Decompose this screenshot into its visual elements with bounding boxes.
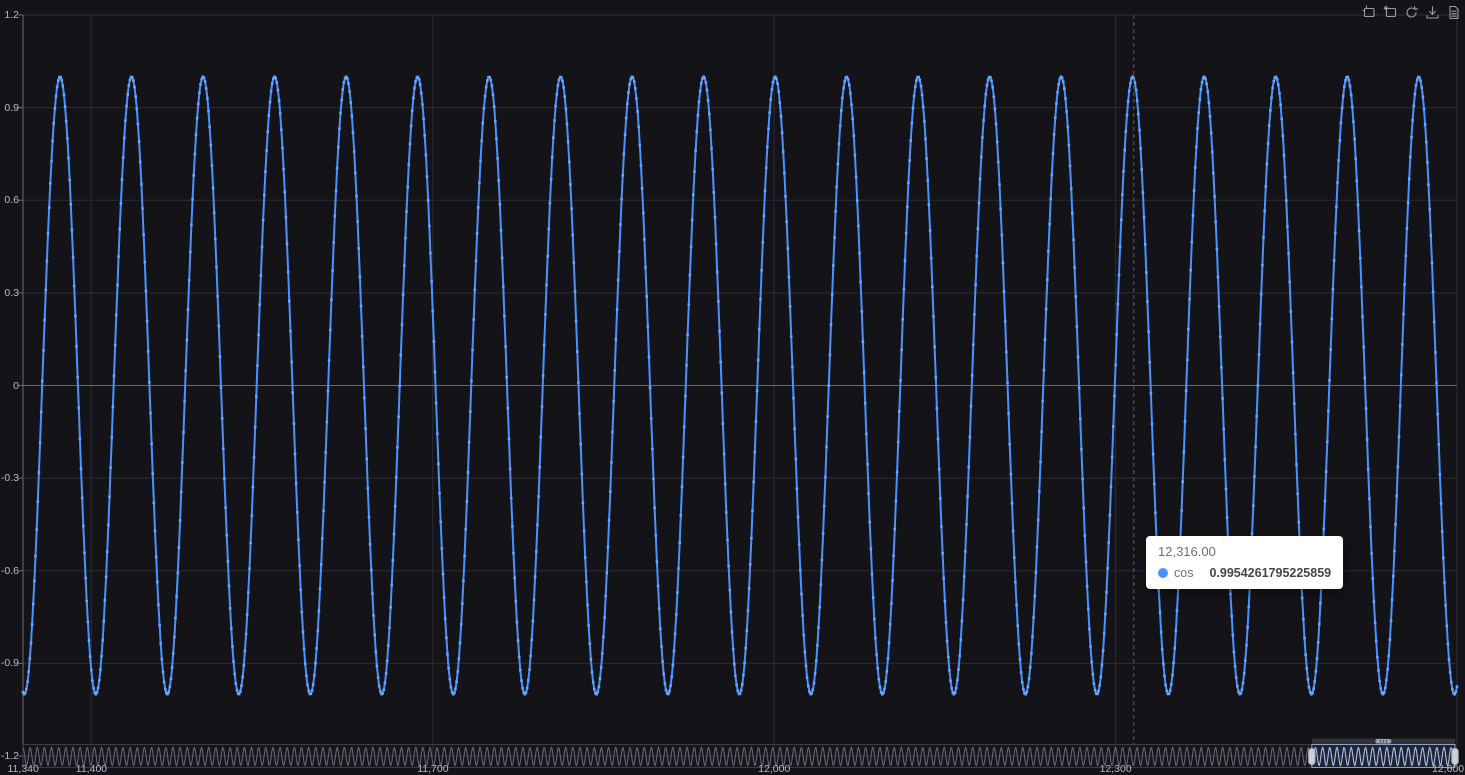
y-axis-label: 0.6: [4, 194, 19, 207]
y-axis-label: 0.9: [4, 101, 19, 114]
y-axis-label: 0: [13, 379, 19, 392]
restore-icon[interactable]: [1403, 4, 1419, 20]
y-axis-label: -0.9: [0, 657, 19, 670]
x-axis-label: 12,600: [1432, 763, 1465, 775]
datazoom-left-handle[interactable]: [1308, 748, 1316, 765]
x-axis-label: 11,700: [417, 763, 449, 775]
x-axis-label: 12,000: [758, 763, 791, 775]
x-axis-label: 11,400: [75, 763, 108, 775]
y-axis-label: 1.2: [4, 9, 19, 21]
x-axis-label: 12,300: [1099, 763, 1132, 775]
x-axis-label: 11,340: [7, 763, 39, 775]
data-view-icon[interactable]: [1445, 4, 1461, 20]
y-axis-label: -0.3: [0, 472, 19, 485]
zoom-reset-icon[interactable]: [1382, 4, 1398, 20]
y-axis-label: -1.2: [0, 750, 19, 762]
echarts-dark-cosine-chart: 1.2 0.9 0.6 0.3 0 -0.3 -0.6 -0.9 -1.2 11,340 11,4…: [0, 0, 1465, 775]
toolbox: [1361, 4, 1461, 20]
save-image-icon[interactable]: [1424, 4, 1440, 20]
zoom-select-icon[interactable]: [1361, 4, 1377, 20]
y-axis-label: 0.3: [4, 286, 19, 299]
chart-canvas[interactable]: [0, 0, 1465, 775]
y-axis-label: -0.6: [0, 564, 19, 577]
